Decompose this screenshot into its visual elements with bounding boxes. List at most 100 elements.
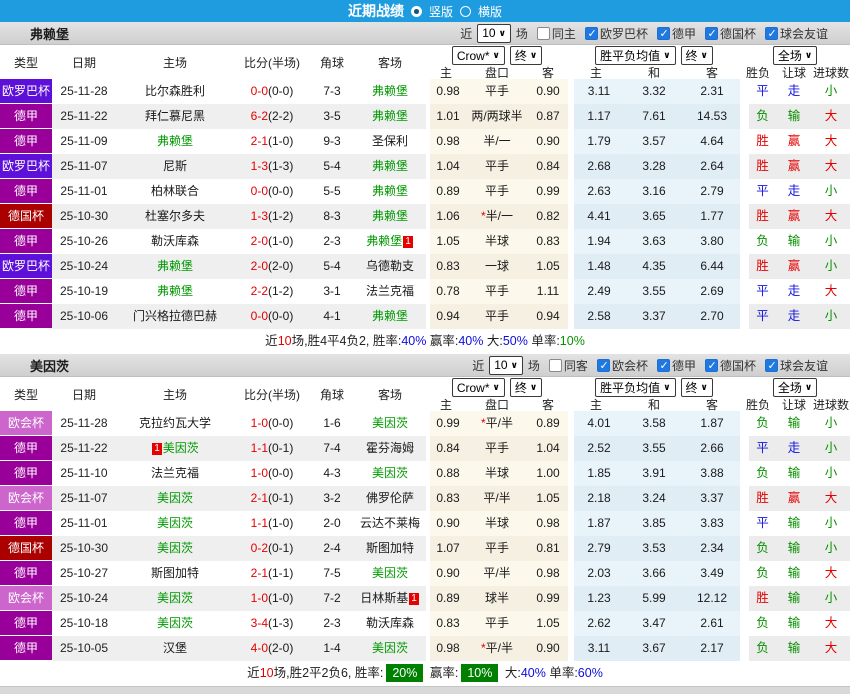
summary-segment: 10: [259, 666, 274, 680]
odds-home-cell: 1.01: [426, 104, 466, 129]
result-wdl-cell: 胜: [740, 586, 776, 611]
competition-filter[interactable]: 德国杯: [704, 25, 756, 42]
layout-radio-vertical[interactable]: [410, 5, 422, 17]
competition-filter[interactable]: 球会友谊: [764, 25, 828, 42]
mean-selector-group: 胜平负均值 ∨ 终 ∨: [568, 378, 740, 397]
competition-type-cell: 德甲: [0, 561, 52, 586]
away-team-name: 弗赖堡: [371, 184, 408, 198]
full-score: 1-3: [250, 159, 268, 173]
mean-source-select[interactable]: 胜平负均值 ∨: [595, 378, 676, 397]
result-goals-cell: 大: [812, 611, 850, 636]
mean-home-cell: 4.41: [568, 204, 624, 229]
mean-stage-select[interactable]: 终 ∨: [680, 46, 713, 65]
home-team-name: 美因茨: [156, 616, 193, 630]
scope-select[interactable]: 全场 ∨: [772, 378, 818, 397]
match-row: 德甲 25-11-22 拜仁慕尼黑 6-2(2-2) 3-5 弗赖堡 1.01 两/两球半 0.…: [0, 104, 850, 129]
result-wdl-cell: 胜: [740, 254, 776, 279]
page-title: 近期战绩: [347, 3, 404, 19]
competition-filter[interactable]: 球会友谊: [764, 357, 828, 374]
competition-filter[interactable]: 德国杯: [704, 357, 756, 374]
full-score: 1-3: [250, 209, 268, 223]
games-count-select[interactable]: 10 ∨: [489, 355, 523, 375]
odds-away-cell: 0.83: [528, 229, 568, 254]
mean-source-select[interactable]: 胜平负均值 ∨: [595, 46, 676, 65]
half-score: (0-0): [268, 84, 294, 98]
score-cell: 0-2(0-1): [234, 536, 310, 561]
section-header-bar: 美因茨 近 10 ∨ 场 同客 欧会杯 德甲 德国杯 球会友谊: [0, 354, 850, 377]
competition-type-cell: 欧会杯: [0, 411, 52, 436]
scope-select[interactable]: 全场 ∨: [772, 46, 818, 65]
odds-stage-select[interactable]: 终 ∨: [509, 46, 543, 65]
layout-radio-vertical-label[interactable]: 竖版: [429, 3, 453, 20]
away-team-name: 法兰克福: [365, 284, 414, 298]
mean-draw-cell: 3.47: [624, 611, 684, 636]
full-score: 0-0: [250, 309, 268, 323]
result-wdl-cell: 负: [740, 104, 776, 129]
half-score: (1-0): [268, 134, 294, 148]
mean-home-cell: 1.17: [568, 104, 624, 129]
competition-type-cell: 欧罗巴杯: [0, 79, 52, 104]
home-team-name: 斯图加特: [150, 566, 199, 580]
away-team-name: 弗赖堡: [371, 309, 408, 323]
home-team-cell: 弗赖堡: [116, 129, 234, 154]
checkbox-icon: [584, 26, 598, 40]
away-team-name: 弗赖堡: [366, 234, 403, 248]
odds-source-select[interactable]: Crow* ∨: [451, 378, 505, 397]
games-count-select[interactable]: 10 ∨: [477, 23, 511, 43]
mean-away-cell: 12.12: [684, 586, 740, 611]
full-score: 6-2: [250, 109, 268, 123]
mean-away-cell: 3.83: [684, 511, 740, 536]
home-team-cell: 杜塞尔多夫: [116, 204, 234, 229]
result-handicap-cell: 走: [776, 436, 812, 461]
date-cell: 25-11-28: [52, 79, 116, 104]
competition-filter[interactable]: 德甲: [656, 357, 696, 374]
summary-segment: 大:: [483, 334, 503, 348]
odds-stage-value: 终: [514, 381, 527, 395]
handicap-cell: 平手: [466, 436, 528, 461]
match-row: 欧会杯 25-11-28 克拉约瓦大学 1-0(0-0) 1-6 美因茨 0.99 *平/半 0…: [0, 411, 850, 436]
date-cell: 25-10-06: [52, 304, 116, 329]
competition-filter[interactable]: 德甲: [656, 25, 696, 42]
result-goals-cell: 大: [812, 154, 850, 179]
odds-away-cell: 1.00: [528, 461, 568, 486]
competition-filter[interactable]: 欧罗巴杯: [584, 25, 648, 42]
mean-stage-select[interactable]: 终 ∨: [680, 378, 713, 397]
date-cell: 25-10-24: [52, 254, 116, 279]
away-team-cell: 霍芬海姆: [354, 436, 426, 461]
summary-segment: 场,胜4平4负2, 胜率:: [291, 334, 402, 348]
away-team-cell: 圣保利: [354, 129, 426, 154]
same-venue-filter[interactable]: 同主: [536, 25, 576, 42]
competition-filter[interactable]: 欧会杯: [596, 357, 648, 374]
mean-away-cell: 2.31: [684, 79, 740, 104]
home-team-cell: 拜仁慕尼黑: [116, 104, 234, 129]
odds-home-cell: 0.98: [426, 636, 466, 661]
layout-radio-horizontal-label[interactable]: 横版: [478, 3, 502, 20]
mean-away-cell: 2.79: [684, 179, 740, 204]
layout-radio-horizontal[interactable]: [460, 5, 471, 17]
mean-draw-cell: 3.55: [624, 436, 684, 461]
mean-away-cell: 3.88: [684, 461, 740, 486]
mean-away-cell: 14.53: [684, 104, 740, 129]
live-odds-star: *: [480, 209, 486, 223]
chevron-down-icon: ∨: [510, 359, 518, 370]
result-handicap-cell: 走: [776, 79, 812, 104]
mean-home-cell: 2.03: [568, 561, 624, 586]
odds-source-select[interactable]: Crow* ∨: [451, 46, 505, 65]
result-goals-cell: 小: [812, 511, 850, 536]
summary-segment: 赢率:: [426, 666, 459, 680]
checkbox-icon: [656, 26, 670, 40]
odds-home-cell: 0.83: [426, 486, 466, 511]
summary-segment: 20%: [386, 664, 424, 682]
odds-stage-select[interactable]: 终 ∨: [509, 378, 543, 397]
odds-away-cell: 0.84: [528, 154, 568, 179]
result-goals-cell: 小: [812, 436, 850, 461]
score-cell: 1-1(0-1): [234, 436, 310, 461]
same-venue-filter[interactable]: 同客: [548, 357, 588, 374]
match-row: 欧会杯 25-11-07 美因茨 2-1(0-1) 3-2 佛罗伦萨 0.83 平/半 1.05…: [0, 486, 850, 511]
mean-draw-cell: 3.91: [624, 461, 684, 486]
result-wdl-cell: 负: [740, 636, 776, 661]
half-score: (2-0): [268, 259, 294, 273]
result-wdl-cell: 负: [740, 229, 776, 254]
half-score: (0-1): [268, 541, 294, 555]
date-cell: 25-11-01: [52, 179, 116, 204]
